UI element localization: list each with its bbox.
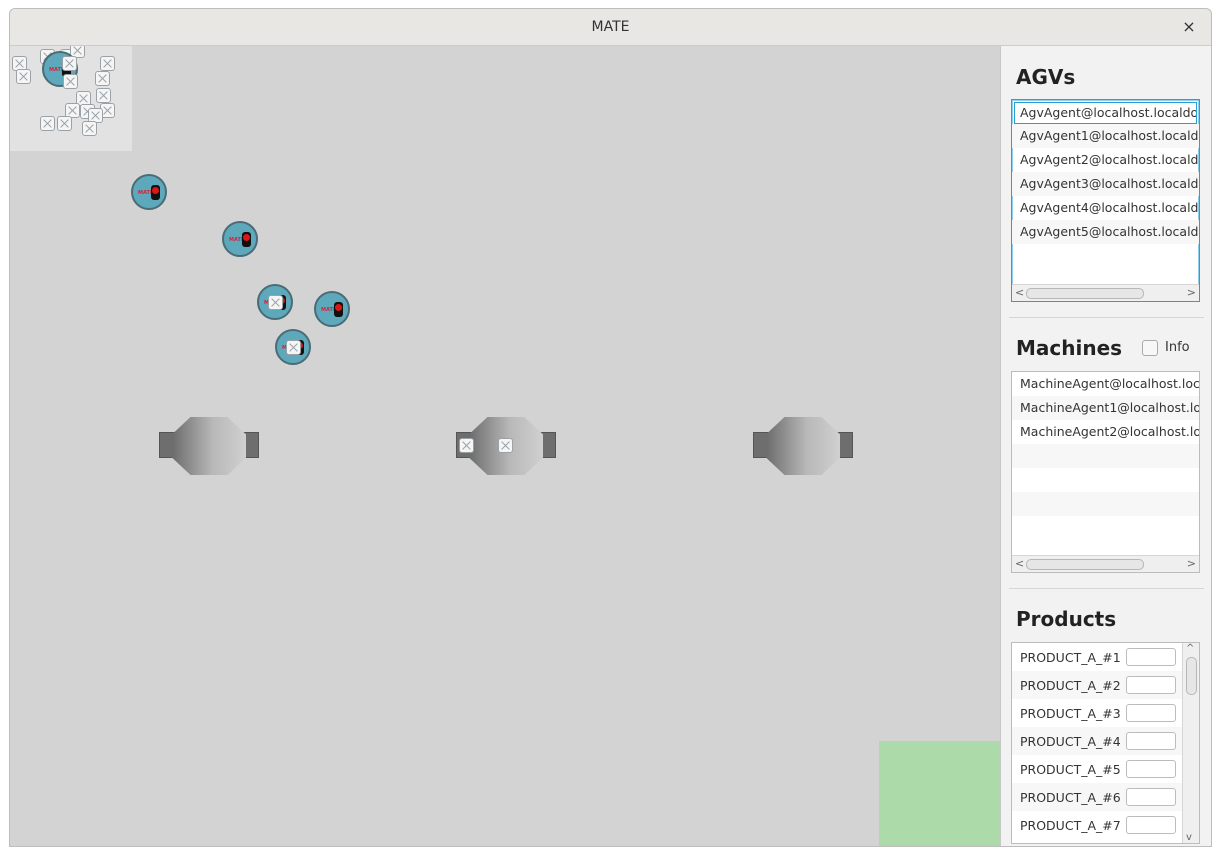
agv-robot[interactable]: MATE [222, 221, 258, 257]
mate-window: MATE × MATE MATE MATE MATE AGVs AgvAgent… [9, 8, 1212, 847]
product-box [63, 74, 78, 89]
product-name: PRODUCT_A_#6 [1020, 789, 1121, 805]
machines-heading: Machines [1016, 336, 1123, 360]
scroll-right-icon[interactable]: > [1187, 556, 1196, 572]
title-bar: MATE × [10, 9, 1211, 46]
list-item[interactable]: MachineAgent1@localhost.loc [1012, 396, 1199, 420]
product-name: PRODUCT_A_#7 [1020, 817, 1121, 833]
products-list[interactable]: PRODUCT_A_#1 PRODUCT_A_#2 PRODUCT_A_#3 P… [1011, 642, 1200, 844]
product-row[interactable]: PRODUCT_A_#3 [1012, 699, 1199, 727]
scrollbar-thumb[interactable] [1186, 657, 1197, 695]
agv-status-light-icon [242, 232, 251, 247]
product-name: PRODUCT_A_#4 [1020, 733, 1121, 749]
product-field[interactable] [1126, 704, 1176, 722]
sidebar-panel: AGVs AgvAgent@localhost.localdom AgvAgen… [1000, 46, 1211, 846]
divider [1009, 588, 1204, 589]
product-field[interactable] [1126, 816, 1176, 834]
product-field[interactable] [1126, 676, 1176, 694]
scrollbar-thumb[interactable] [1026, 288, 1144, 299]
product-box [40, 116, 55, 131]
list-item[interactable]: AgvAgent@localhost.localdom [1014, 102, 1197, 124]
empty-row [1012, 444, 1199, 468]
scroll-up-icon[interactable]: ^ [1186, 643, 1194, 654]
empty-row [1012, 516, 1199, 540]
product-box [16, 69, 31, 84]
product-box [57, 116, 72, 131]
close-button[interactable]: × [1179, 17, 1199, 37]
list-item[interactable]: AgvAgent2@localhost.localdor [1012, 148, 1199, 172]
product-box [100, 56, 115, 71]
product-box [96, 88, 111, 103]
machines-horizontal-scrollbar[interactable]: < > [1012, 555, 1199, 572]
product-name: PRODUCT_A_#1 [1020, 649, 1121, 665]
factory-floor-canvas: MATE MATE MATE MATE MATE [10, 46, 1000, 846]
product-field[interactable] [1126, 648, 1176, 666]
product-box [62, 56, 77, 71]
product-row[interactable]: PRODUCT_A_#7 [1012, 811, 1199, 839]
carried-product-box [268, 295, 283, 310]
product-name: PRODUCT_A_#3 [1020, 705, 1121, 721]
machines-list[interactable]: MachineAgent@localhost.loca MachineAgent… [1011, 371, 1200, 573]
product-row[interactable]: PRODUCT_A_#4 [1012, 727, 1199, 755]
product-row[interactable]: PRODUCT_A_#6 [1012, 783, 1199, 811]
product-row[interactable]: PRODUCT_A_#5 [1012, 755, 1199, 783]
info-checkbox[interactable] [1142, 340, 1158, 356]
product-row[interactable]: PRODUCT_A_#2 [1012, 671, 1199, 699]
info-checkbox-label[interactable]: Info [1165, 340, 1190, 355]
product-box [459, 438, 474, 453]
list-item[interactable]: MachineAgent@localhost.loca [1012, 372, 1199, 396]
agvs-horizontal-scrollbar[interactable]: < > [1012, 284, 1199, 301]
products-vertical-scrollbar[interactable]: ^ v [1182, 643, 1199, 843]
list-item[interactable]: AgvAgent3@localhost.localdor [1012, 172, 1199, 196]
product-exit-area [879, 741, 1000, 846]
scroll-down-icon[interactable]: v [1186, 832, 1192, 843]
machine[interactable] [159, 417, 259, 475]
product-name: PRODUCT_A_#2 [1020, 677, 1121, 693]
agv-robot[interactable]: MATE [314, 291, 350, 327]
scrollbar-thumb[interactable] [1026, 559, 1144, 570]
list-item[interactable]: MachineAgent2@localhost.loc [1012, 420, 1199, 444]
product-box [498, 438, 513, 453]
empty-row [1012, 492, 1199, 516]
divider [1009, 317, 1204, 318]
product-box [95, 71, 110, 86]
product-row[interactable]: PRODUCT_A_#1 [1012, 643, 1199, 671]
scroll-left-icon[interactable]: < [1015, 285, 1024, 301]
list-item[interactable]: AgvAgent1@localhost.localdor [1012, 124, 1199, 148]
empty-row [1012, 468, 1199, 492]
agv-status-light-icon [334, 302, 343, 317]
agvs-heading: AGVs [1016, 65, 1076, 89]
products-heading: Products [1016, 607, 1117, 631]
agv-status-light-icon [151, 185, 160, 200]
product-field[interactable] [1126, 732, 1176, 750]
product-field[interactable] [1126, 760, 1176, 778]
list-item[interactable]: AgvAgent4@localhost.localdor [1012, 196, 1199, 220]
scroll-left-icon[interactable]: < [1015, 556, 1024, 572]
agv-robot[interactable]: MATE [131, 174, 167, 210]
machine[interactable] [753, 417, 853, 475]
scroll-right-icon[interactable]: > [1187, 285, 1196, 301]
carried-product-box [286, 340, 301, 355]
list-item[interactable]: AgvAgent5@localhost.localdor [1012, 220, 1199, 244]
product-name: PRODUCT_A_#5 [1020, 761, 1121, 777]
window-title: MATE [591, 19, 630, 35]
product-box [82, 121, 97, 136]
product-field[interactable] [1126, 788, 1176, 806]
agvs-list[interactable]: AgvAgent@localhost.localdom AgvAgent1@lo… [1011, 99, 1200, 302]
